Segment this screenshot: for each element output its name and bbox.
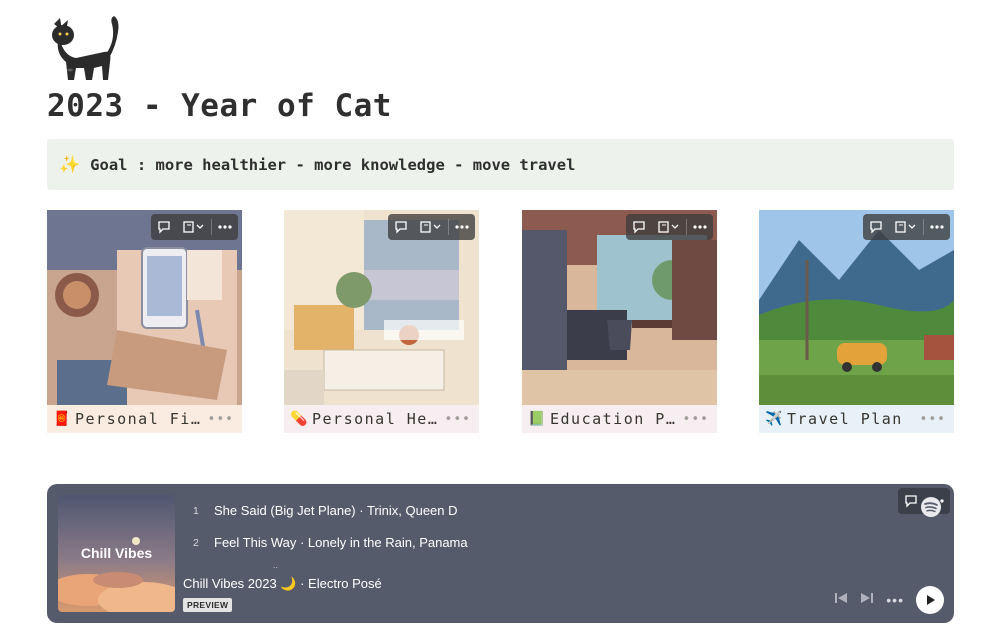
more-options-icon[interactable]: [924, 214, 950, 240]
layout-dropdown-icon[interactable]: [414, 214, 448, 240]
card-more-button[interactable]: •••: [445, 412, 471, 427]
more-options-icon[interactable]: [449, 214, 475, 240]
sparkles-icon: ✨: [59, 154, 81, 175]
card-more-button[interactable]: •••: [208, 412, 234, 427]
card-cover-image[interactable]: [47, 210, 242, 405]
track-title[interactable]: She Said (Big Jet Plane) · Trinix, Queen…: [214, 503, 458, 518]
spotify-embed-player[interactable]: Chill Vibes 1 She Said (Big Jet Plane) ·…: [47, 484, 954, 623]
preview-badge: PREVIEW: [183, 598, 233, 612]
track-title[interactable]: Feel This Way · Lonely in the Rain, Pana…: [214, 535, 468, 550]
goal-callout[interactable]: ✨ Goal : more healthier - more knowledge…: [47, 139, 954, 190]
playlist-cover-art[interactable]: Chill Vibes: [58, 495, 175, 612]
airplane-icon: ✈️: [765, 411, 783, 427]
card-label-row[interactable]: 💊 Personal Heal… •••: [284, 405, 479, 433]
card-label[interactable]: Education Plan: [550, 410, 683, 428]
play-icon: [927, 595, 935, 605]
cat-icon[interactable]: [46, 10, 122, 86]
more-options-icon[interactable]: [212, 214, 238, 240]
card-cover-image[interactable]: [522, 210, 717, 405]
card-label-row[interactable]: ✈️ Travel Plan •••: [759, 405, 954, 433]
track-row[interactable]: 2 Feel This Way · Lonely in the Rain, Pa…: [193, 535, 468, 550]
card-education-plan[interactable]: 📗 Education Plan •••: [522, 210, 717, 433]
comment-icon[interactable]: [626, 214, 652, 240]
track-list-ellipsis: ..: [273, 560, 279, 570]
card-hover-toolbar: [863, 214, 950, 240]
play-button[interactable]: [916, 586, 944, 614]
comment-icon[interactable]: [151, 214, 177, 240]
playlist-cover-title: Chill Vibes: [80, 545, 153, 561]
card-hover-toolbar: [151, 214, 238, 240]
card-label-row[interactable]: 📗 Education Plan •••: [522, 405, 717, 433]
green-book-icon: 📗: [528, 411, 546, 427]
card-personal-finance[interactable]: 🧧 Personal Fina… •••: [47, 210, 242, 433]
comment-icon[interactable]: [388, 214, 414, 240]
next-track-icon[interactable]: [860, 591, 874, 610]
playlist-title[interactable]: Chill Vibes 2023 🌙 · Electro Posé: [183, 576, 382, 592]
track-number: 2: [193, 536, 199, 549]
player-more-button[interactable]: •••: [886, 592, 904, 608]
card-more-button[interactable]: •••: [920, 412, 946, 427]
card-more-button[interactable]: •••: [683, 412, 709, 427]
pill-icon: 💊: [290, 411, 308, 427]
card-hover-toolbar: [388, 214, 475, 240]
card-travel-plan[interactable]: ✈️ Travel Plan •••: [759, 210, 954, 433]
red-envelope-icon: 🧧: [53, 411, 71, 427]
page-title: 2023 - Year of Cat: [47, 88, 392, 124]
card-cover-image[interactable]: [284, 210, 479, 405]
layout-dropdown-icon[interactable]: [889, 214, 923, 240]
callout-text: Goal : more healthier - more knowledge -…: [90, 155, 576, 174]
layout-dropdown-icon[interactable]: [177, 214, 211, 240]
comment-icon[interactable]: [863, 214, 889, 240]
layout-dropdown-icon[interactable]: [652, 214, 686, 240]
card-hover-toolbar: [626, 214, 713, 240]
card-label[interactable]: Travel Plan: [787, 410, 920, 428]
card-personal-health[interactable]: 💊 Personal Heal… •••: [284, 210, 479, 433]
track-row[interactable]: 1 She Said (Big Jet Plane) · Trinix, Que…: [193, 503, 458, 518]
track-number: 1: [193, 504, 199, 517]
more-options-icon[interactable]: [687, 214, 713, 240]
spotify-logo-icon[interactable]: [920, 496, 942, 523]
card-label[interactable]: Personal Fina…: [75, 410, 208, 428]
playback-controls: •••: [834, 586, 944, 614]
card-cover-image[interactable]: [759, 210, 954, 405]
previous-track-icon[interactable]: [834, 591, 848, 610]
card-label[interactable]: Personal Heal…: [312, 410, 445, 428]
card-label-row[interactable]: 🧧 Personal Fina… •••: [47, 405, 242, 433]
